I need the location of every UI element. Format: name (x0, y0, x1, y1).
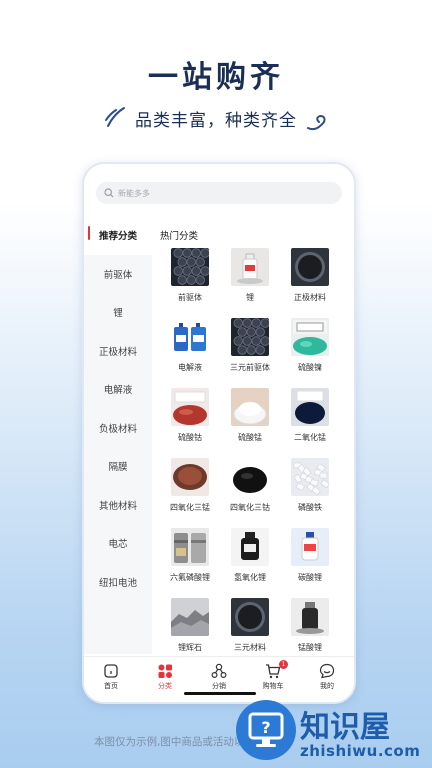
category-content: 热门分类 前驱体 锂 正极材料电解液 三元前驱体 硫酸镍硫酸钴 硫酸锰 二氧化锰四氧化三锰 四… (160, 220, 354, 656)
product-label: 硫酸锰 (238, 433, 262, 442)
product-category-item[interactable]: 硫酸镍 (280, 318, 340, 388)
tab-home[interactable]: 首页 (84, 657, 138, 702)
watermark-text: 知识屋 (300, 710, 390, 745)
product-category-item[interactable]: 碳酸锂 (280, 528, 340, 598)
product-label: 锰酸锂 (298, 643, 322, 652)
product-label: 氢氧化锂 (234, 573, 266, 582)
watermark-logo: ? (236, 700, 296, 760)
product-thumbnail (291, 318, 329, 356)
product-category-item[interactable]: 四氧化三锰 (160, 458, 220, 528)
product-label: 硫酸钴 (178, 433, 202, 442)
sidebar-item-electrolyte[interactable]: 电解液 (84, 370, 152, 409)
search-bar[interactable]: 新能多多 (96, 182, 342, 204)
product-label: 前驱体 (178, 293, 202, 302)
sidebar-item-cathode[interactable]: 正极材料 (84, 332, 152, 371)
product-label: 碳酸锂 (298, 573, 322, 582)
swoosh-right-decoration (307, 114, 326, 131)
product-label: 三元材料 (234, 643, 266, 652)
product-thumbnail (171, 388, 209, 426)
monitor-question-icon: ? (248, 712, 284, 747)
product-label: 四氧化三锰 (170, 503, 210, 512)
sidebar-item-other[interactable]: 其他材料 (84, 486, 152, 525)
cart-badge: 1 (279, 660, 288, 669)
tab-profile[interactable]: 我的 (300, 657, 354, 702)
product-category-item[interactable]: 硫酸钴 (160, 388, 220, 458)
product-category-item[interactable]: 三元材料 (220, 598, 280, 656)
product-label: 磷酸铁 (298, 503, 322, 512)
sidebar-item-anode[interactable]: 负极材料 (84, 409, 152, 448)
product-category-item[interactable]: 硫酸锰 (220, 388, 280, 458)
product-thumbnail (171, 598, 209, 636)
product-label: 三元前驱体 (230, 363, 270, 372)
sidebar-item-recommended[interactable]: 推荐分类 (84, 216, 152, 255)
search-placeholder: 新能多多 (118, 188, 150, 198)
product-category-item[interactable]: 前驱体 (160, 248, 220, 318)
product-thumbnail (291, 388, 329, 426)
product-thumbnail (231, 458, 269, 496)
product-label: 正极材料 (294, 293, 326, 302)
product-category-item[interactable]: 锂辉石 (160, 598, 220, 656)
product-thumbnail (231, 248, 269, 286)
product-thumbnail (171, 248, 209, 286)
product-category-item[interactable]: 锂 (220, 248, 280, 318)
product-label: 锂 (246, 293, 254, 302)
product-category-item[interactable]: 正极材料 (280, 248, 340, 318)
sidebar-item-separator[interactable]: 隔膜 (84, 447, 152, 486)
product-thumbnail (231, 528, 269, 566)
search-icon (104, 188, 114, 198)
sidebar-item-precursor[interactable]: 前驱体 (84, 255, 152, 294)
distribution-icon (211, 663, 227, 679)
product-thumbnail (171, 528, 209, 566)
home-icon (104, 664, 118, 678)
product-label: 锂辉石 (178, 643, 202, 652)
product-label: 二氧化锰 (294, 433, 326, 442)
svg-text:?: ? (261, 718, 270, 737)
product-category-item[interactable]: 六氟磷酸锂 (160, 528, 220, 598)
product-label: 硫酸镍 (298, 363, 322, 372)
watermark-url: zhishiwu.com (300, 742, 421, 760)
product-thumbnail (291, 248, 329, 286)
bottom-tab-bar: 首页 分类 分销 1 购物车 我的 (84, 656, 354, 702)
profile-icon (319, 663, 335, 679)
product-label: 六氟磷酸锂 (170, 573, 210, 582)
headline: 一站购齐 (148, 60, 284, 95)
tab-category[interactable]: 分类 (138, 657, 192, 702)
product-thumbnail (231, 598, 269, 636)
home-indicator (184, 692, 256, 695)
product-label: 四氧化三钴 (230, 503, 270, 512)
phone-mockup: 新能多多 推荐分类 前驱体 锂 正极材料 电解液 负极材料 隔膜 其他材料 电芯… (82, 162, 356, 704)
product-category-item[interactable]: 锰酸锂 (280, 598, 340, 656)
product-thumbnail (291, 598, 329, 636)
product-category-item[interactable]: 氢氧化锂 (220, 528, 280, 598)
product-thumbnail (291, 458, 329, 496)
product-thumbnail (171, 458, 209, 496)
category-icon (158, 664, 172, 678)
sidebar-item-cell[interactable]: 电芯 (84, 524, 152, 563)
subheadline: 品类丰富，种类齐全 (135, 111, 297, 131)
section-title: 热门分类 (160, 231, 199, 242)
sidebar-item-coin-cell[interactable]: 纽扣电池 (84, 563, 152, 602)
product-category-item[interactable]: 磷酸铁 (280, 458, 340, 528)
product-thumbnail (231, 388, 269, 426)
product-grid: 前驱体 锂 正极材料电解液 三元前驱体 硫酸镍硫酸钴 硫酸锰 二氧化锰四氧化三锰 四氧化三钴 磷… (160, 248, 354, 656)
sidebar-item-lithium[interactable]: 锂 (84, 293, 152, 332)
product-label: 电解液 (178, 363, 202, 372)
product-category-item[interactable]: 电解液 (160, 318, 220, 388)
product-thumbnail (291, 528, 329, 566)
product-thumbnail (231, 318, 269, 356)
tab-cart[interactable]: 1 购物车 (246, 657, 300, 702)
product-category-item[interactable]: 四氧化三钴 (220, 458, 280, 528)
tab-distribution[interactable]: 分销 (192, 657, 246, 702)
category-sidebar: 推荐分类 前驱体 锂 正极材料 电解液 负极材料 隔膜 其他材料 电芯 纽扣电池 (84, 216, 152, 654)
product-thumbnail (171, 318, 209, 356)
product-category-item[interactable]: 二氧化锰 (280, 388, 340, 458)
product-category-item[interactable]: 三元前驱体 (220, 318, 280, 388)
